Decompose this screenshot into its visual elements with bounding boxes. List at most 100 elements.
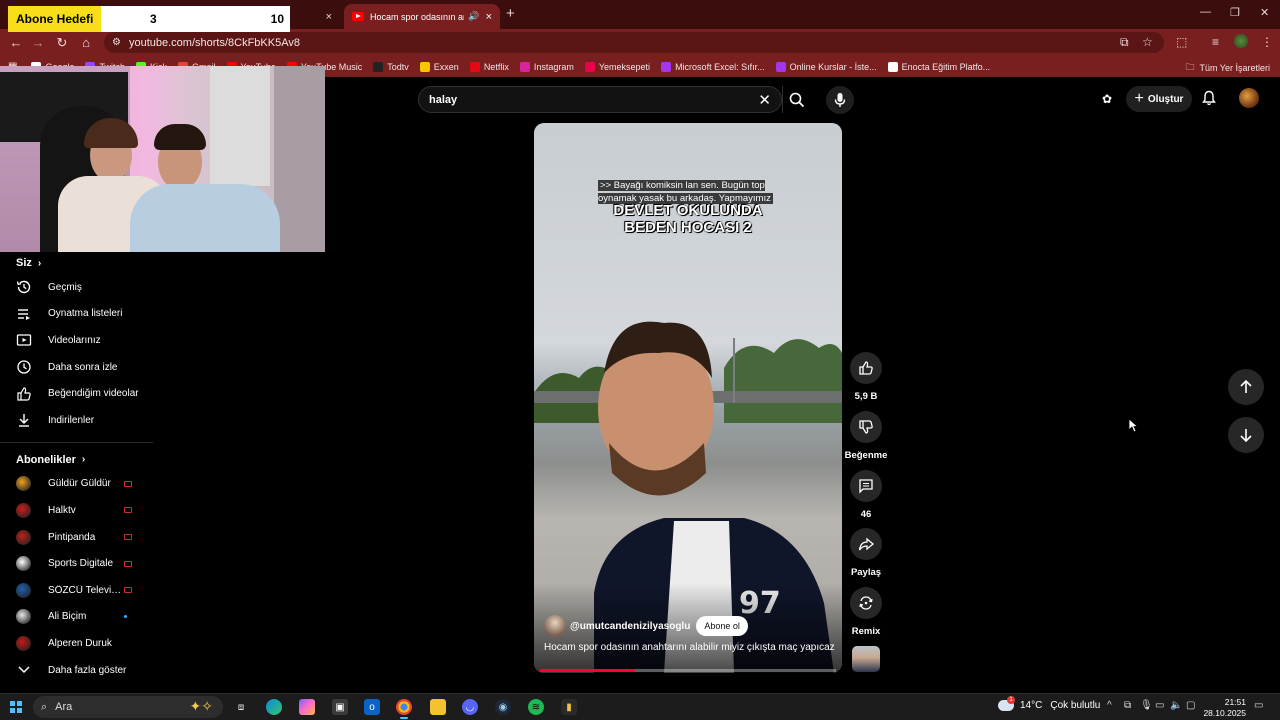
dislike-button[interactable]: Beğenme (840, 411, 892, 461)
audio-playing-icon[interactable]: 🔊 (468, 11, 479, 22)
extensions-icon[interactable]: ⬚ (1176, 35, 1187, 49)
create-button[interactable]: + Oluştur (1126, 86, 1192, 112)
windows-start-icon[interactable] (10, 701, 22, 713)
sound-thumbnail[interactable] (852, 646, 880, 672)
dislike-circle[interactable] (850, 411, 882, 443)
like-circle[interactable] (850, 352, 882, 384)
restore-icon[interactable]: ❐ (1230, 6, 1240, 19)
system-clock[interactable]: 21:51 28.10.2025 (1196, 697, 1246, 719)
bookmark-star-icon[interactable]: ☆ (1142, 35, 1153, 49)
cast-icon[interactable]: ✿ (1102, 92, 1112, 106)
site-info-icon[interactable]: ⚙ (112, 37, 121, 48)
sidebar-item[interactable]: Beğendiğim videolar (0, 380, 153, 407)
all-bookmarks-button[interactable]: 🗀 Tüm Yer İşaretleri (1185, 60, 1270, 76)
sidebar-you-header[interactable]: Siz › (0, 252, 153, 274)
outlook-icon[interactable]: o (364, 699, 380, 715)
search-button[interactable] (782, 86, 810, 113)
subscription-item[interactable]: SÖZCÜ Televizyonu (0, 577, 153, 604)
bookmark-item[interactable]: Exxen (419, 61, 459, 72)
subscription-item[interactable]: Pintipanda (0, 524, 153, 551)
streaming-app-icon[interactable]: ▮ (561, 699, 577, 715)
subscription-item[interactable]: Ali Biçim (0, 604, 153, 631)
sidebar-item[interactable]: Daha sonra izle (0, 354, 153, 381)
account-avatar[interactable] (1239, 88, 1259, 108)
subscription-item[interactable]: Güldür Güldür (0, 471, 153, 498)
tray-app-icon[interactable]: ⧉ (1124, 700, 1131, 711)
chrome-icon[interactable] (396, 699, 412, 719)
media-control-icon[interactable]: ≡ (1212, 35, 1219, 49)
tab-youtube-short[interactable]: Hocam spor odasının anahta 🔊 × (344, 4, 500, 29)
comments-button[interactable]: 46 (840, 470, 892, 520)
notifications-button[interactable] (1202, 90, 1216, 109)
bookmark-item[interactable]: Netflix (469, 61, 509, 72)
progress-bar[interactable] (540, 669, 836, 672)
previous-short-button[interactable] (1228, 369, 1264, 405)
your-videos-icon (16, 332, 32, 348)
clear-search-icon[interactable]: ✕ (758, 91, 771, 109)
share-circle[interactable] (850, 528, 882, 560)
bookmark-item[interactable]: Microsoft Excel: Sıfır... (661, 61, 765, 72)
bookmark-item[interactable]: Yemeksepeti (584, 61, 650, 72)
subscription-item[interactable]: Halktv (0, 497, 153, 524)
next-short-button[interactable] (1228, 417, 1264, 453)
youtube-favicon-icon (352, 12, 364, 21)
close-tab-icon[interactable]: × (486, 11, 492, 23)
minimize-icon[interactable]: — (1200, 6, 1211, 18)
back-icon[interactable]: ← (8, 35, 24, 50)
address-field[interactable]: ⚙ youtube.com/shorts/8CkFbKK5Av8 (104, 32, 1164, 53)
discord-icon[interactable]: ◡ (462, 699, 478, 715)
bookmark-item[interactable]: Online Kurslar - İste... (775, 61, 877, 72)
channel-avatar[interactable] (544, 615, 566, 637)
copilot-icon[interactable] (299, 699, 315, 715)
reload-icon[interactable]: ↻ (54, 35, 70, 51)
video-title[interactable]: Hocam spor odasının anahtarını alabilir … (544, 642, 835, 653)
remix-circle[interactable] (850, 587, 882, 619)
notifications-tray-icon[interactable]: ▭ (1254, 700, 1263, 711)
file-explorer-icon[interactable] (430, 699, 446, 715)
bookmark-item[interactable]: Instagram (519, 61, 574, 72)
channel-name[interactable]: @umutcandenizilyasoglu (570, 621, 690, 632)
search-field[interactable]: halay ✕ (418, 86, 782, 113)
sidebar-item[interactable]: Geçmiş (0, 274, 153, 301)
task-view-icon[interactable]: ⧈ (233, 699, 249, 715)
sidebar-item[interactable]: Videolarınız (0, 327, 153, 354)
subscription-item[interactable]: Alperen Duruk (0, 630, 153, 657)
store-icon[interactable]: ▣ (332, 699, 348, 715)
subscription-item[interactable]: Sports Digitale (0, 550, 153, 577)
taskbar-search[interactable]: ⌕ Ara ✦✧ (33, 696, 223, 718)
short-video-player[interactable]: 97 >> Bayağı komiksin lan sen. Bugün top… (534, 123, 842, 673)
share-button[interactable]: Paylaş (840, 528, 892, 578)
chevron-up-icon[interactable]: ^ (1107, 700, 1112, 711)
spotify-icon[interactable]: ≋ (528, 699, 544, 715)
bookmark-label: Enocta Eğitim Platfo... (901, 61, 991, 72)
bookmark-item[interactable]: Enocta Eğitim Platfo... (887, 61, 991, 72)
edge-icon[interactable] (266, 699, 282, 715)
steam-icon[interactable]: ◉ (495, 699, 511, 715)
show-more-button[interactable]: Daha fazla göster (0, 657, 153, 684)
network-icon[interactable]: ▢ (1186, 700, 1195, 711)
like-button[interactable]: 5,9 B (840, 352, 892, 402)
bookmark-label: Todtv (387, 61, 409, 72)
home-icon[interactable]: ⌂ (78, 35, 94, 50)
weather-widget[interactable]: 1 14°C Çok bulutlu (998, 696, 1100, 711)
subscribe-button[interactable]: Abone ol (696, 616, 748, 636)
search-input[interactable]: halay (429, 94, 758, 106)
forward-icon[interactable]: → (30, 35, 46, 50)
display-tray-icon[interactable]: ▭ (1155, 700, 1164, 711)
remix-button[interactable]: Remix (840, 587, 892, 637)
comments-circle[interactable] (850, 470, 882, 502)
microphone-tray-icon[interactable]: 🎙 (1140, 700, 1153, 711)
close-window-icon[interactable]: ✕ (1260, 6, 1269, 19)
sidebar-item[interactable]: Oynatma listeleri (0, 301, 153, 328)
tab-previous[interactable]: × (290, 4, 340, 29)
new-tab-button[interactable]: + (506, 5, 515, 22)
sidebar-subscriptions-header[interactable]: Abonelikler › (0, 449, 153, 471)
profile-avatar[interactable] (1234, 34, 1248, 48)
volume-icon[interactable]: 🔈 (1170, 700, 1182, 711)
close-tab-icon[interactable]: × (326, 11, 332, 23)
voice-search-button[interactable] (826, 86, 854, 114)
sidebar-item[interactable]: İndirilenler (0, 407, 153, 434)
install-app-icon[interactable]: ⧉ (1120, 35, 1129, 50)
bookmark-item[interactable]: Todtv (373, 61, 409, 72)
browser-menu-icon[interactable]: ⋮ (1261, 35, 1273, 49)
